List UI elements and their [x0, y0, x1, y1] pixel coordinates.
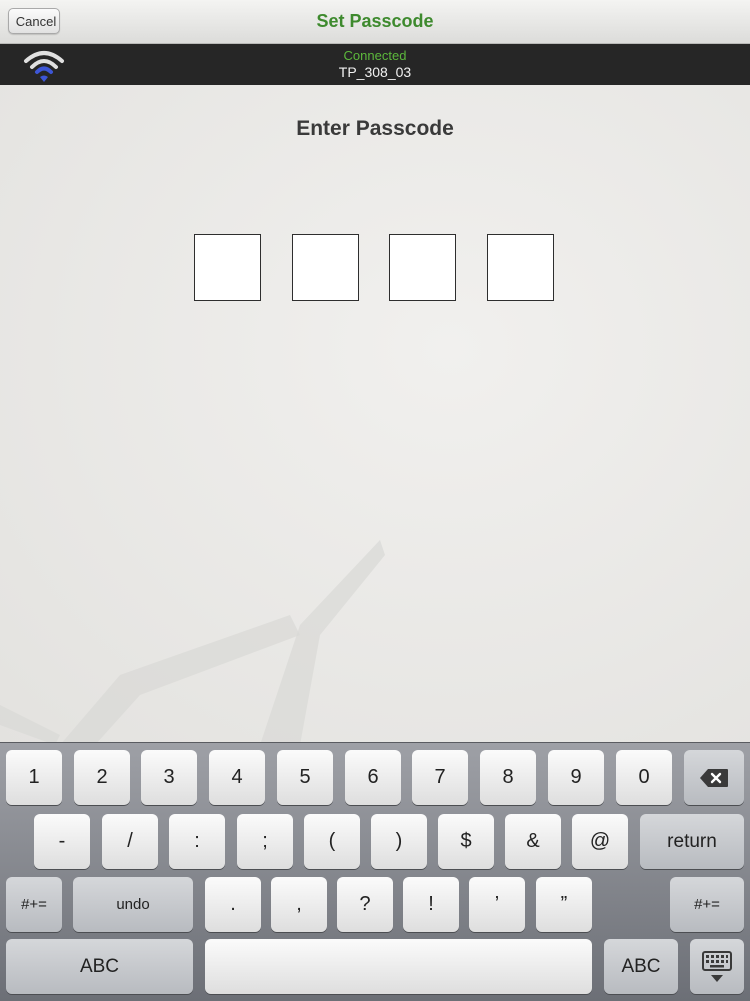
- key-at[interactable]: @: [572, 814, 628, 869]
- key-close-paren[interactable]: ): [371, 814, 427, 869]
- passcode-digit-4[interactable]: [487, 234, 554, 301]
- key-comma[interactable]: ,: [271, 877, 327, 932]
- symbols-toggle-key-left[interactable]: #+=: [6, 877, 62, 932]
- undo-key[interactable]: undo: [73, 877, 193, 932]
- key-period[interactable]: .: [205, 877, 261, 932]
- passcode-panel: Enter Passcode: [0, 85, 750, 742]
- key-quote[interactable]: ”: [536, 877, 592, 932]
- backspace-key[interactable]: [684, 750, 744, 805]
- key-9[interactable]: 9: [548, 750, 604, 805]
- key-exclamation[interactable]: !: [403, 877, 459, 932]
- backspace-icon: [700, 768, 728, 787]
- enter-passcode-prompt: Enter Passcode: [296, 117, 454, 140]
- key-slash[interactable]: /: [102, 814, 158, 869]
- network-ssid: TP_308_03: [338, 64, 412, 80]
- abc-key-right[interactable]: ABC: [604, 939, 678, 994]
- key-4[interactable]: 4: [209, 750, 265, 805]
- key-open-paren[interactable]: (: [304, 814, 360, 869]
- key-hyphen[interactable]: -: [34, 814, 90, 869]
- passcode-digit-1[interactable]: [194, 234, 261, 301]
- space-key[interactable]: [205, 939, 592, 994]
- background-watermark-graphic: [0, 540, 385, 742]
- hide-keyboard-icon: [702, 950, 732, 982]
- key-8[interactable]: 8: [480, 750, 536, 805]
- key-question[interactable]: ?: [337, 877, 393, 932]
- on-screen-keyboard: 1 2 3 4 5 6 7 8 9 0 - / : ; ( ) $ & @ re…: [0, 742, 750, 1001]
- key-ampersand[interactable]: &: [505, 814, 561, 869]
- key-1[interactable]: 1: [6, 750, 62, 805]
- key-7[interactable]: 7: [412, 750, 468, 805]
- passcode-digit-3[interactable]: [389, 234, 456, 301]
- symbols-toggle-key-right[interactable]: #+=: [670, 877, 744, 932]
- key-3[interactable]: 3: [141, 750, 197, 805]
- hide-keyboard-key[interactable]: [690, 939, 744, 994]
- key-5[interactable]: 5: [277, 750, 333, 805]
- key-6[interactable]: 6: [345, 750, 401, 805]
- connection-status-text: Connected: [343, 48, 407, 63]
- key-apostrophe[interactable]: ’: [469, 877, 525, 932]
- key-colon[interactable]: :: [169, 814, 225, 869]
- key-dollar[interactable]: $: [438, 814, 494, 869]
- abc-key-left[interactable]: ABC: [6, 939, 193, 994]
- return-key[interactable]: return: [640, 814, 744, 869]
- navigation-bar: Cancel Set Passcode: [0, 0, 750, 44]
- key-2[interactable]: 2: [74, 750, 130, 805]
- key-semicolon[interactable]: ;: [237, 814, 293, 869]
- page-title: Set Passcode: [316, 11, 434, 31]
- connection-status-bar: Connected TP_308_03: [0, 44, 750, 85]
- key-0[interactable]: 0: [616, 750, 672, 805]
- passcode-digit-2[interactable]: [292, 234, 359, 301]
